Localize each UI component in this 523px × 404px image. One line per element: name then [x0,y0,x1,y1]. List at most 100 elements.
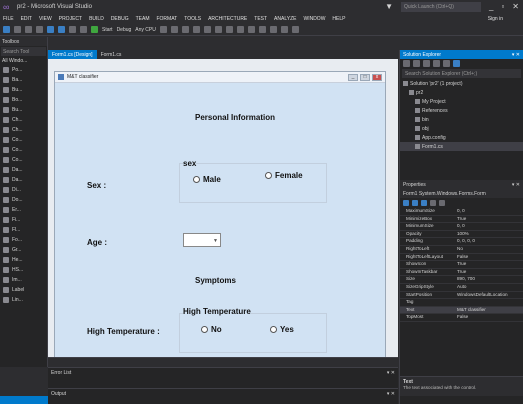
no-radio-label[interactable]: No [211,325,222,334]
yes-radio[interactable]: Yes [270,325,294,334]
toolbox-header[interactable]: Toolbox [0,37,47,46]
property-value[interactable]: True [454,216,523,223]
solution-explorer-header[interactable]: Solution Explorer ▾ ✕ [400,50,523,59]
same-width-icon[interactable] [225,26,233,33]
tree-item[interactable]: bin [400,115,523,124]
property-value[interactable]: M&T classifier [454,307,523,314]
redo-icon[interactable] [80,26,87,33]
age-label[interactable]: Age : [87,238,107,247]
property-row[interactable]: Opacity 100% [400,231,523,239]
toolbox-item[interactable]: Co... [0,135,47,145]
toolbox-item[interactable]: Gr... [0,245,47,255]
properties-icon[interactable] [443,60,450,67]
chevron-down-icon[interactable]: ▼ [213,238,218,244]
property-row[interactable]: Tag [400,299,523,307]
same-height-icon[interactable] [236,26,244,33]
toolbox-item[interactable]: Fi... [0,215,47,225]
menu-debug[interactable]: DEBUG [111,16,129,22]
property-value[interactable]: 100% [454,231,523,238]
property-row[interactable]: RightToLeft No [400,246,523,254]
toolbox-item[interactable]: He... [0,255,47,265]
align-right-icon[interactable] [181,26,189,33]
grid-icon[interactable] [258,26,266,33]
menu-edit[interactable]: EDIT [21,16,32,22]
quick-launch-input[interactable]: Quick Launch (Ctrl+Q) [401,2,481,12]
property-row[interactable]: Size 890, 700 [400,276,523,284]
high-temperature-label[interactable]: High Temperature : [87,327,160,336]
undo-icon[interactable] [69,26,76,33]
property-value[interactable]: 0, 0 [454,223,523,230]
toolbox-item[interactable]: HS... [0,265,47,275]
toolbox-group-all-windows[interactable]: All Windo... [0,57,47,65]
property-row[interactable]: MaximumSize 0, 0 [400,208,523,216]
female-radio-circle[interactable] [265,172,272,179]
property-row[interactable]: Text M&T classifier [400,306,523,315]
toolbox-item[interactable]: Di... [0,185,47,195]
form-maximize-button[interactable]: □ [360,74,370,81]
tree-item[interactable]: My Project [400,97,523,106]
properties-object-selector[interactable]: Form1 System.Windows.Forms.Form [400,189,523,198]
no-radio[interactable]: No [201,325,222,334]
menu-view[interactable]: VIEW [39,16,52,22]
menu-tools[interactable]: TOOLS [184,16,201,22]
toolbox-item[interactable]: Da... [0,175,47,185]
output-title[interactable]: Output [51,391,66,397]
property-value[interactable]: WindowsDefaultLocation [454,292,523,299]
menu-format[interactable]: FORMAT [156,16,177,22]
pin-icon[interactable]: ▾ ✕ [387,370,395,376]
female-radio-label[interactable]: Female [275,171,303,180]
form-window[interactable]: M&T classifier _ □ x Personal Informatio… [54,71,386,367]
property-value[interactable]: Auto [454,284,523,291]
symptoms-label[interactable]: Symptoms [195,276,236,285]
toolbox-item[interactable]: Ba... [0,75,47,85]
minimize-button[interactable]: _ [489,2,493,12]
maximize-button[interactable]: ▫ [501,2,504,12]
view-code-icon[interactable] [453,60,460,67]
property-value[interactable]: 0, 0, 0, 0 [454,238,523,245]
collapse-all-icon[interactable] [433,60,440,67]
toolbox-item[interactable]: Co... [0,155,47,165]
personal-info-label[interactable]: Personal Information [195,113,275,122]
toolbox-item[interactable]: Bo... [0,95,47,105]
start-button[interactable]: Start [102,27,113,33]
back-icon[interactable] [3,26,10,33]
property-row[interactable]: MinimumSize 0, 0 [400,223,523,231]
menu-team[interactable]: TEAM [136,16,150,22]
toolbox-item[interactable]: Ch... [0,115,47,125]
age-combobox[interactable]: ▼ [183,233,221,247]
open-icon[interactable] [36,26,43,33]
toolbox-search-input[interactable]: Search Tool [1,47,46,56]
menu-test[interactable]: TEST [254,16,267,22]
property-value[interactable]: 890, 700 [454,276,523,283]
menu-window[interactable]: WINDOW [303,16,325,22]
yes-radio-circle[interactable] [270,326,277,333]
tree-item[interactable]: Solution 'pr2' (1 project) [400,79,523,88]
toolbox-item[interactable]: Lin... [0,295,47,305]
toolbox-item[interactable]: Da... [0,165,47,175]
male-radio-label[interactable]: Male [203,175,221,184]
menu-file[interactable]: FILE [3,16,14,22]
tab-form1-design[interactable]: Form1.cs [Design] [48,50,97,59]
toolbox-item[interactable]: Er... [0,205,47,215]
toolbox-item[interactable]: Ch... [0,125,47,135]
categorized-icon[interactable] [403,200,409,206]
toolbox-item[interactable]: Label [0,285,47,295]
sync-icon[interactable] [413,60,420,67]
male-radio-circle[interactable] [193,176,200,183]
toolbox-item[interactable]: Fl... [0,225,47,235]
property-value[interactable]: True [454,261,523,268]
property-value[interactable]: False [454,254,523,261]
property-value[interactable] [454,299,523,306]
toolbox-item[interactable]: Co... [0,145,47,155]
save-all-icon[interactable] [58,26,65,33]
same-size-icon[interactable] [247,26,255,33]
toolbox-item[interactable]: Do... [0,195,47,205]
tree-item[interactable]: obj [400,124,523,133]
align-left-icon[interactable] [159,26,167,33]
sex-label[interactable]: Sex : [87,181,106,190]
property-pages-icon[interactable] [439,200,445,206]
menu-build[interactable]: BUILD [89,16,104,22]
tab-form1-code[interactable]: Form1.cs [97,50,126,59]
error-list-title[interactable]: Error List [51,370,71,376]
solution-explorer-search-input[interactable]: Search Solution Explorer (Ctrl+;) [402,69,521,78]
